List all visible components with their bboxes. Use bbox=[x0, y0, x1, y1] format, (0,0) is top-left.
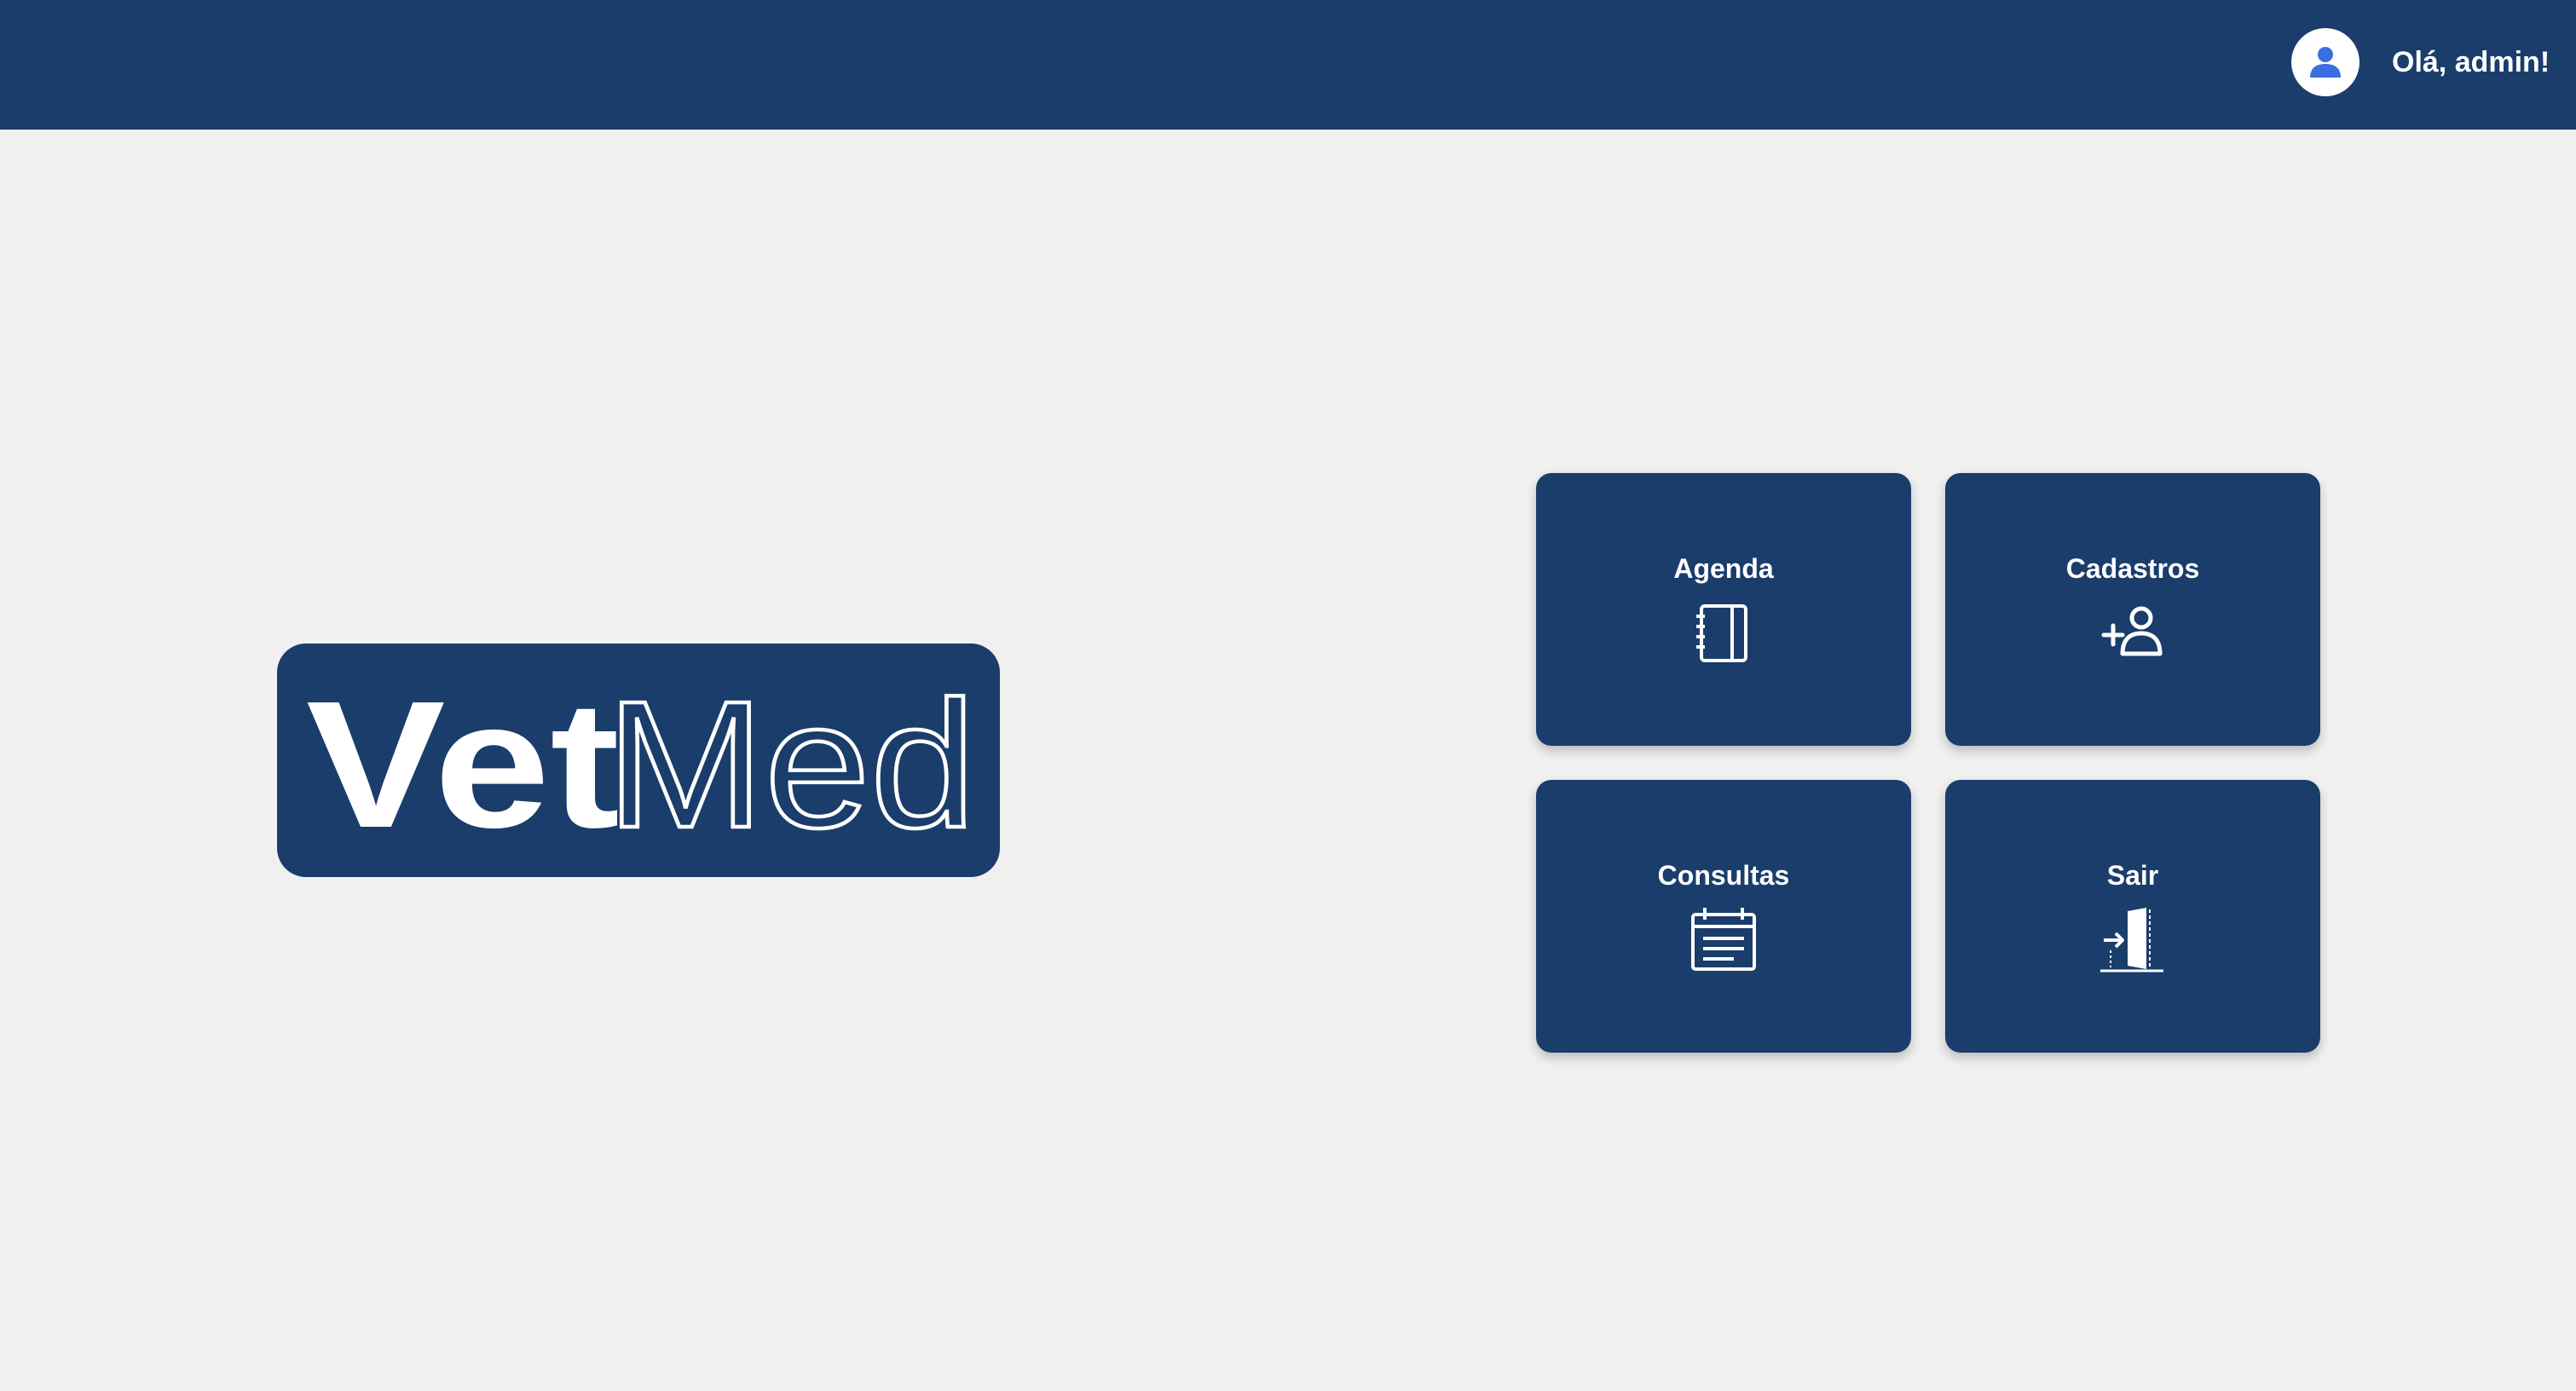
sair-tile-label: Sair bbox=[2106, 860, 2159, 891]
calendar-list-icon bbox=[1691, 908, 1756, 971]
user-greeting: Olá, admin! bbox=[2392, 46, 2550, 78]
top-navbar: Olá, admin! bbox=[0, 0, 2576, 130]
sair-tile[interactable]: Sair bbox=[1945, 780, 2320, 1053]
agenda-tile[interactable]: Agenda bbox=[1536, 473, 1911, 746]
add-user-icon bbox=[2101, 606, 2163, 656]
logo-text-outline: Med bbox=[606, 663, 976, 865]
exit-door-icon bbox=[2100, 908, 2163, 973]
consultas-tile-label: Consultas bbox=[1657, 860, 1790, 891]
cadastros-tile[interactable]: Cadastros bbox=[1945, 473, 2320, 746]
vetmed-logo: Vet Med bbox=[277, 644, 1000, 877]
agenda-tile-label: Agenda bbox=[1673, 553, 1774, 584]
user-avatar[interactable] bbox=[2291, 28, 2359, 96]
cadastros-tile-label: Cadastros bbox=[2065, 553, 2200, 584]
notebook-icon bbox=[1696, 604, 1747, 662]
consultas-tile[interactable]: Consultas bbox=[1536, 780, 1911, 1053]
user-avatar-icon bbox=[2310, 47, 2341, 78]
logo-text-solid: Vet bbox=[306, 663, 620, 865]
